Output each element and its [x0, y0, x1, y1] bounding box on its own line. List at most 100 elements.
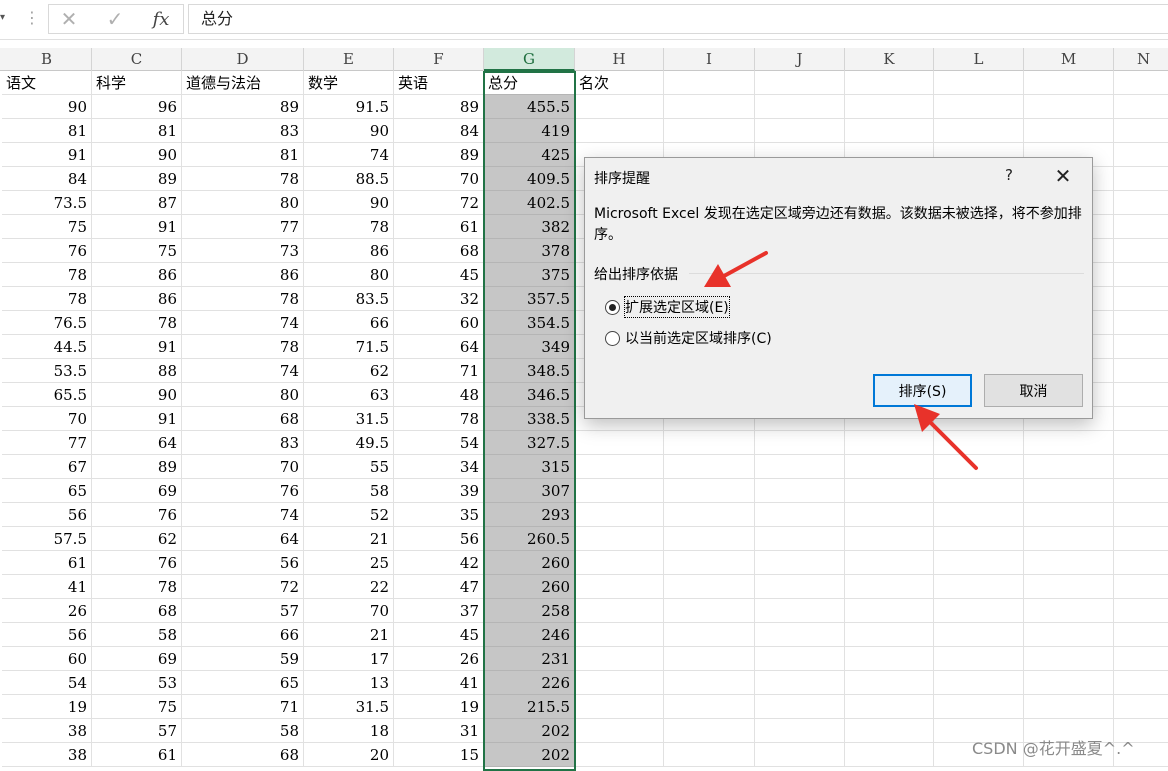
data-cell[interactable]: 72: [182, 575, 304, 599]
data-cell[interactable]: 69: [92, 647, 182, 671]
data-cell[interactable]: 47: [394, 575, 484, 599]
data-cell[interactable]: 48: [394, 383, 484, 407]
empty-cell[interactable]: [1024, 695, 1114, 719]
column-header-b[interactable]: B: [2, 48, 92, 71]
empty-cell[interactable]: [664, 95, 755, 119]
data-cell[interactable]: 74: [304, 143, 394, 167]
header-cell[interactable]: 总分: [484, 71, 575, 95]
help-icon[interactable]: ?: [999, 166, 1019, 184]
empty-cell[interactable]: [664, 623, 755, 647]
data-cell[interactable]: 56: [2, 623, 92, 647]
empty-cell[interactable]: [934, 503, 1024, 527]
empty-cell[interactable]: [934, 671, 1024, 695]
data-cell[interactable]: 354.5: [484, 311, 575, 335]
data-cell[interactable]: 44.5: [2, 335, 92, 359]
column-header-j[interactable]: J: [755, 48, 845, 71]
empty-cell[interactable]: [755, 431, 845, 455]
data-cell[interactable]: 70: [304, 599, 394, 623]
column-header-i[interactable]: I: [664, 48, 755, 71]
empty-cell[interactable]: [1114, 599, 1168, 623]
radio-expand-selection[interactable]: 扩展选定区域(E): [605, 296, 730, 318]
data-cell[interactable]: 65: [182, 671, 304, 695]
empty-cell[interactable]: [664, 647, 755, 671]
data-cell[interactable]: 45: [394, 623, 484, 647]
data-cell[interactable]: 13: [304, 671, 394, 695]
empty-cell[interactable]: [664, 431, 755, 455]
data-cell[interactable]: 70: [394, 167, 484, 191]
empty-cell[interactable]: [575, 527, 664, 551]
data-cell[interactable]: 67: [2, 455, 92, 479]
data-cell[interactable]: 88: [92, 359, 182, 383]
data-cell[interactable]: 260: [484, 575, 575, 599]
column-header-m[interactable]: M: [1024, 48, 1114, 71]
data-cell[interactable]: 18: [304, 719, 394, 743]
empty-cell[interactable]: [934, 695, 1024, 719]
data-cell[interactable]: 19: [394, 695, 484, 719]
data-cell[interactable]: 96: [92, 95, 182, 119]
data-cell[interactable]: 64: [92, 431, 182, 455]
empty-cell[interactable]: [845, 455, 934, 479]
data-cell[interactable]: 89: [92, 455, 182, 479]
data-cell[interactable]: 60: [2, 647, 92, 671]
empty-cell[interactable]: [575, 695, 664, 719]
data-cell[interactable]: 61: [2, 551, 92, 575]
empty-cell[interactable]: [1114, 407, 1168, 431]
drag-handle-icon[interactable]: ⋮: [24, 8, 40, 28]
column-header-e[interactable]: E: [304, 48, 394, 71]
empty-cell[interactable]: [1024, 503, 1114, 527]
empty-cell[interactable]: [1114, 191, 1168, 215]
header-cell[interactable]: 名次: [575, 71, 664, 95]
data-cell[interactable]: 89: [394, 95, 484, 119]
data-cell[interactable]: 357.5: [484, 287, 575, 311]
data-cell[interactable]: 77: [182, 215, 304, 239]
empty-cell[interactable]: [1114, 383, 1168, 407]
data-cell[interactable]: 41: [394, 671, 484, 695]
data-cell[interactable]: 57: [92, 719, 182, 743]
empty-cell[interactable]: [934, 647, 1024, 671]
data-cell[interactable]: 226: [484, 671, 575, 695]
empty-cell[interactable]: [664, 527, 755, 551]
data-cell[interactable]: 25: [304, 551, 394, 575]
empty-cell[interactable]: [1114, 71, 1168, 95]
data-cell[interactable]: 89: [92, 167, 182, 191]
data-cell[interactable]: 57: [182, 599, 304, 623]
data-cell[interactable]: 78: [394, 407, 484, 431]
data-cell[interactable]: 66: [304, 311, 394, 335]
data-cell[interactable]: 39: [394, 479, 484, 503]
empty-cell[interactable]: [845, 647, 934, 671]
data-cell[interactable]: 260.5: [484, 527, 575, 551]
data-cell[interactable]: 75: [92, 695, 182, 719]
data-cell[interactable]: 78: [92, 311, 182, 335]
data-cell[interactable]: 91: [92, 215, 182, 239]
data-cell[interactable]: 72: [394, 191, 484, 215]
data-cell[interactable]: 26: [2, 599, 92, 623]
data-cell[interactable]: 19: [2, 695, 92, 719]
data-cell[interactable]: 49.5: [304, 431, 394, 455]
data-cell[interactable]: 15: [394, 743, 484, 767]
data-cell[interactable]: 215.5: [484, 695, 575, 719]
cancel-button[interactable]: 取消: [984, 374, 1083, 407]
empty-cell[interactable]: [934, 599, 1024, 623]
data-cell[interactable]: 90: [304, 119, 394, 143]
empty-cell[interactable]: [845, 695, 934, 719]
data-cell[interactable]: 56: [2, 503, 92, 527]
data-cell[interactable]: 83: [182, 119, 304, 143]
empty-cell[interactable]: [934, 119, 1024, 143]
header-cell[interactable]: 数学: [304, 71, 394, 95]
radio-expand-label[interactable]: 扩展选定区域(E): [624, 296, 730, 318]
empty-cell[interactable]: [664, 479, 755, 503]
data-cell[interactable]: 61: [394, 215, 484, 239]
data-cell[interactable]: 90: [92, 143, 182, 167]
data-cell[interactable]: 31.5: [304, 695, 394, 719]
empty-cell[interactable]: [755, 455, 845, 479]
empty-cell[interactable]: [845, 671, 934, 695]
data-cell[interactable]: 231: [484, 647, 575, 671]
data-cell[interactable]: 80: [304, 263, 394, 287]
data-cell[interactable]: 58: [92, 623, 182, 647]
empty-cell[interactable]: [934, 551, 1024, 575]
empty-cell[interactable]: [934, 527, 1024, 551]
empty-cell[interactable]: [845, 575, 934, 599]
empty-cell[interactable]: [934, 71, 1024, 95]
data-cell[interactable]: 38: [2, 719, 92, 743]
data-cell[interactable]: 38: [2, 743, 92, 767]
